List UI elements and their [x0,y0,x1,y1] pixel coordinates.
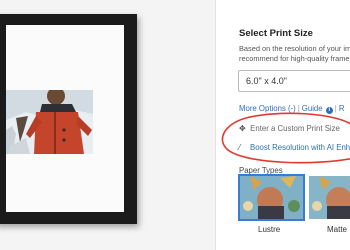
paper-name-lustre: Lustre [258,225,281,234]
separator: | [334,104,337,113]
description-line: Based on the resolution of your image, w… [239,44,350,53]
resolution-description: Based on the resolution of your image, w… [239,44,350,64]
print-options-panel: Select Print Size Based on the resolutio… [216,0,350,250]
paper-option-lustre[interactable] [238,174,305,221]
snow-scene-image [6,90,93,154]
custom-size-option[interactable]: ✥ Enter a Custom Print Size [239,124,340,133]
description-line: recommend for high-quality frame [239,54,350,63]
wand-icon: ⁄ [239,143,241,152]
frame-preview-area [0,0,215,250]
selected-size-value: 6.0" x 4.0" [246,76,287,86]
boost-label: Boost Resolution with AI Enhance [250,143,350,152]
frame-mat [6,25,124,212]
boost-resolution-link[interactable]: ⁄ Boost Resolution with AI Enhance [239,143,350,152]
guide-link[interactable]: Guide [302,104,323,113]
move-icon: ✥ [239,124,246,133]
print-size-select[interactable]: 6.0" x 4.0" [238,70,350,92]
framed-photo [6,90,93,154]
options-links-row: More Options (-) | Guide i | R [239,104,344,114]
print-size-title: Select Print Size [239,28,313,39]
info-icon[interactable]: i [325,107,333,114]
more-options-link[interactable]: More Options (-) [239,104,296,113]
custom-size-label: Enter a Custom Print Size [250,124,340,133]
paper-types-label: Paper Types [239,166,283,175]
picture-frame [0,14,137,224]
paper-thumbnail-image [240,176,303,219]
paper-thumbnail-image [309,176,350,219]
paper-name-matte: Matte [327,225,348,234]
paper-option-matte[interactable] [309,176,350,219]
separator: | [297,104,300,113]
reset-link[interactable]: R [339,104,345,113]
